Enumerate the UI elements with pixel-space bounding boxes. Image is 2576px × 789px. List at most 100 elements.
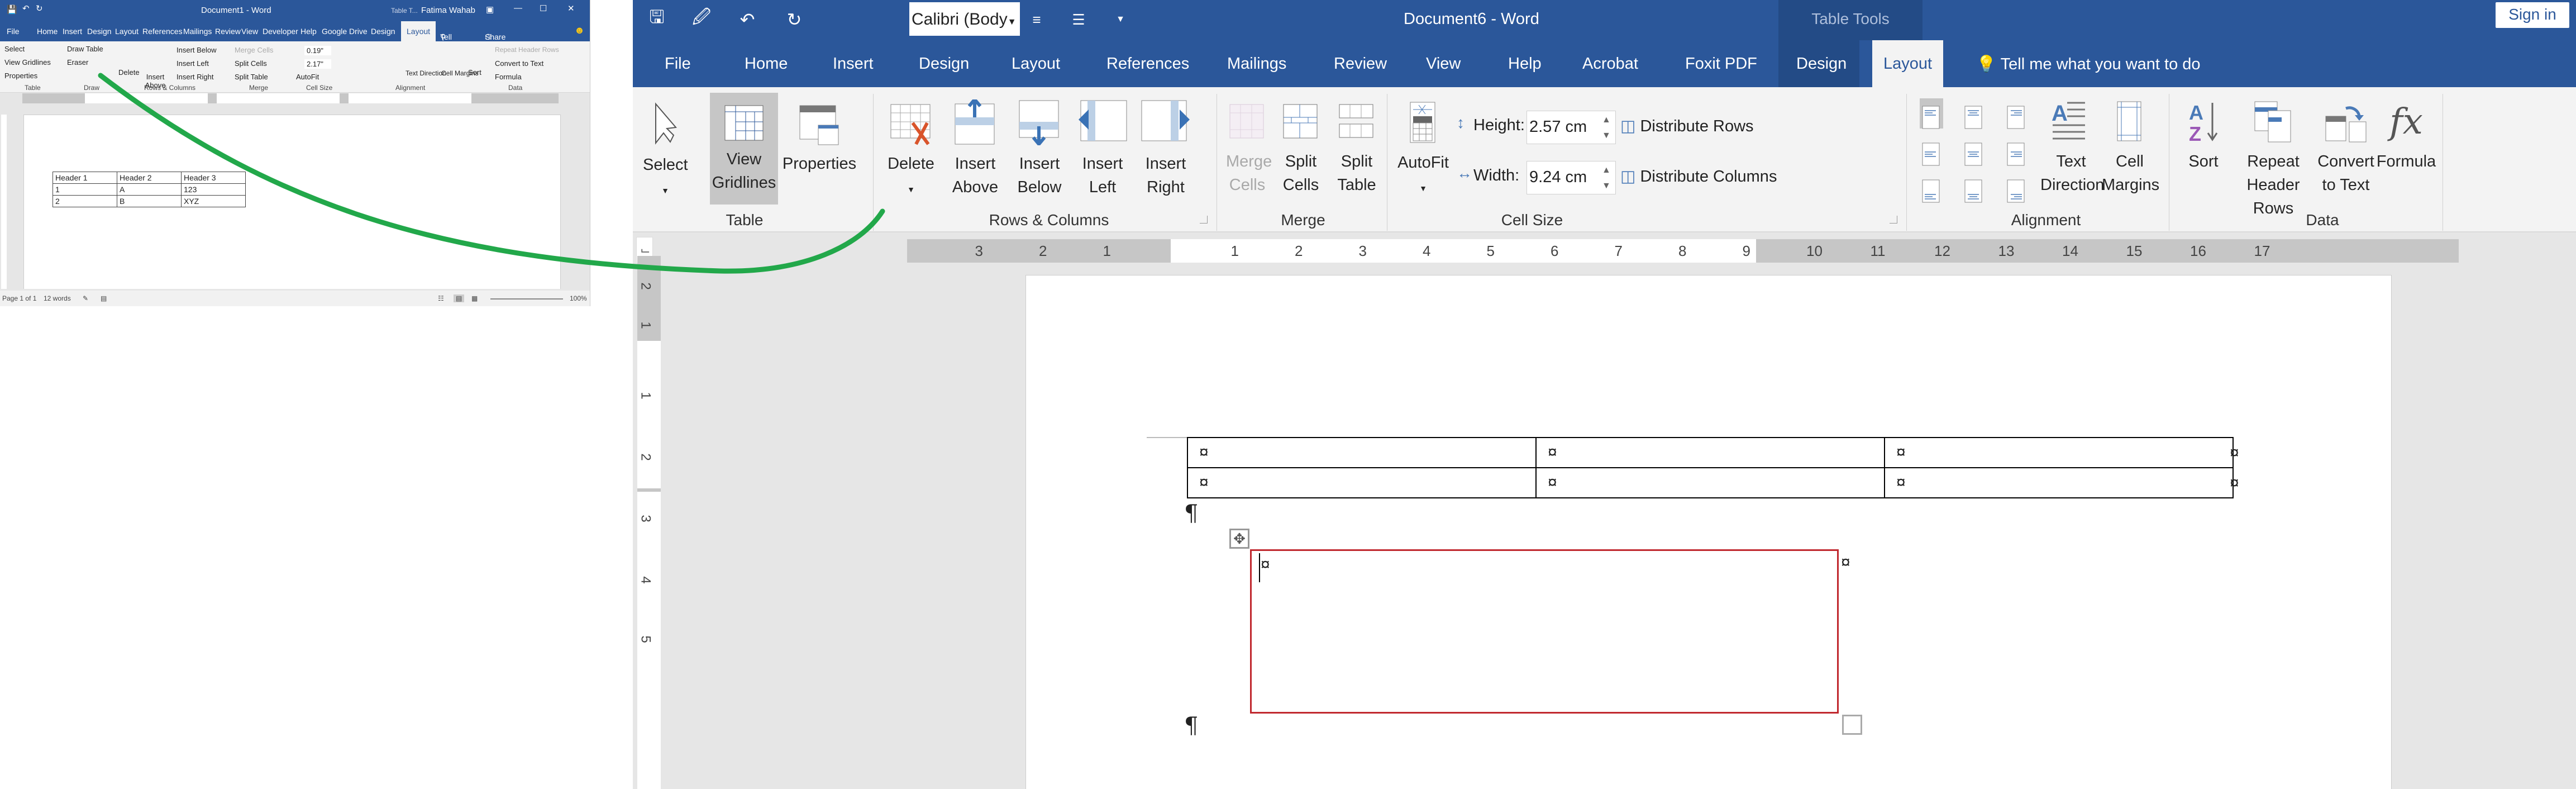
- table-cell[interactable]: ¤: [1884, 467, 2234, 498]
- table-cell[interactable]: ¤: [1187, 467, 1537, 498]
- cell-margins-button[interactable]: Cell Margins: [2102, 101, 2159, 197]
- table-cell[interactable]: Header 2: [117, 172, 182, 184]
- table-cell[interactable]: 1: [53, 183, 117, 196]
- redo-icon[interactable]: ↻: [781, 7, 807, 32]
- insert-below-button[interactable]: Insert Below: [1013, 99, 1066, 199]
- table-cell[interactable]: Header 3: [181, 172, 246, 184]
- tab-home[interactable]: Home: [745, 55, 788, 73]
- word-count[interactable]: 12 words: [44, 294, 71, 302]
- font-name-dropdown[interactable]: Calibri (Body▼: [909, 2, 1020, 36]
- width-spin-up[interactable]: ▲: [1602, 165, 1611, 175]
- inset-insert-left[interactable]: Insert Left: [176, 59, 209, 68]
- split-cells-button[interactable]: Split Cells: [1280, 104, 1322, 197]
- inset-tab-google-drive[interactable]: Google Drive: [322, 27, 368, 36]
- inset-tab-file[interactable]: File: [7, 27, 20, 36]
- inset-split-table[interactable]: Split Table: [235, 73, 268, 81]
- inset-tab-mailings[interactable]: Mailings: [183, 27, 212, 36]
- maximize-icon[interactable]: ☐: [540, 3, 547, 13]
- zoom-slider[interactable]: [490, 298, 563, 300]
- inset-formula[interactable]: Formula: [495, 73, 522, 81]
- cell-size-dialog-launcher[interactable]: [1890, 216, 1897, 224]
- align-top-left-icon[interactable]: [1922, 106, 1940, 129]
- inset-autofit[interactable]: AutoFit: [296, 73, 319, 81]
- bullets-icon[interactable]: ≡: [1024, 7, 1050, 32]
- inset-tab-insert[interactable]: Insert: [63, 27, 82, 36]
- tab-acrobat[interactable]: Acrobat: [1582, 55, 1638, 73]
- align-top-right-icon[interactable]: [2007, 106, 2025, 129]
- merge-cells-button[interactable]: Merge Cells: [1226, 104, 1272, 197]
- horizontal-ruler[interactable]: 3 2 1 1 2 3 4 5 6 7 8 9 10 11 12 13 14 15 16 17: [907, 239, 2459, 263]
- inset-tab-view[interactable]: View: [241, 27, 258, 36]
- tab-view[interactable]: View: [1426, 55, 1461, 73]
- tab-layout[interactable]: Layout: [1012, 55, 1060, 73]
- align-center-right-icon[interactable]: [2007, 142, 2025, 166]
- inset-insert-below[interactable]: Insert Below: [176, 46, 217, 54]
- inset-draw-table[interactable]: Draw Table: [67, 45, 103, 53]
- inset-merge-cells[interactable]: Merge Cells: [235, 46, 273, 54]
- inset-tab-table-design[interactable]: Design: [371, 27, 395, 36]
- table-cell[interactable]: ¤: [1535, 437, 1885, 468]
- width-spin-down[interactable]: ▼: [1602, 181, 1611, 191]
- read-mode-icon[interactable]: ☷: [438, 294, 444, 302]
- vertical-ruler[interactable]: 2 1 1 2 3 4 5: [637, 256, 661, 789]
- insert-left-button[interactable]: Insert Left: [1076, 99, 1129, 199]
- table-cell[interactable]: ¤: [1535, 467, 1885, 498]
- ribbon-display-icon[interactable]: ▣: [486, 4, 494, 15]
- inset-select[interactable]: Select: [4, 45, 25, 53]
- smiley-icon[interactable]: ☻: [574, 25, 585, 36]
- split-table-button[interactable]: Split Table: [1335, 104, 1378, 197]
- align-bottom-left-icon[interactable]: [1922, 179, 1940, 203]
- tab-design[interactable]: Design: [919, 55, 969, 73]
- tab-foxit-pdf[interactable]: Foxit PDF: [1685, 55, 1757, 73]
- height-spin-down[interactable]: ▼: [1602, 131, 1611, 141]
- table-cell[interactable]: ¤: [1884, 437, 2234, 468]
- inset-tab-design[interactable]: Design: [87, 27, 112, 36]
- inset-repeat-header-rows[interactable]: Repeat Header Rows: [495, 46, 559, 54]
- inset-view-gridlines[interactable]: View Gridlines: [4, 58, 51, 66]
- save-icon[interactable]: 💾: [7, 4, 17, 15]
- tab-help[interactable]: Help: [1508, 55, 1542, 73]
- formula-button[interactable]: fx Formula: [2375, 101, 2437, 173]
- document-table-2-selected[interactable]: ¤: [1250, 549, 1839, 714]
- macro-icon[interactable]: ▤: [101, 294, 107, 302]
- inset-properties[interactable]: Properties: [4, 72, 37, 80]
- align-top-center-icon[interactable]: [1964, 106, 1982, 129]
- ruler-cell-marker[interactable]: [637, 488, 661, 492]
- inset-convert-to-text[interactable]: Convert to Text: [495, 59, 543, 68]
- inset-delete[interactable]: Delete: [118, 68, 140, 77]
- table-move-handle[interactable]: ✥: [1229, 529, 1249, 549]
- table-resize-handle[interactable]: [1842, 715, 1862, 735]
- insert-above-button[interactable]: Insert Above: [948, 99, 1002, 199]
- height-spin-up[interactable]: ▲: [1602, 115, 1611, 125]
- inset-width-input[interactable]: 2.17": [304, 59, 331, 69]
- table-cell[interactable]: 2: [53, 195, 117, 207]
- inset-split-cells[interactable]: Split Cells: [235, 59, 267, 68]
- autofit-button[interactable]: AutoFit ▼: [1395, 102, 1451, 200]
- customize-qat-icon[interactable]: ▼: [1108, 7, 1133, 32]
- undo-icon[interactable]: ↶: [734, 7, 760, 32]
- repeat-header-rows-button[interactable]: Repeat Header Rows: [2231, 101, 2315, 220]
- table-cell[interactable]: Header 1: [53, 172, 117, 184]
- rows-columns-dialog-launcher[interactable]: [1200, 216, 1208, 224]
- table-cell[interactable]: B: [117, 195, 182, 207]
- inset-tab-review[interactable]: Review: [215, 27, 241, 36]
- inset-tab-table-layout[interactable]: Layout: [401, 21, 436, 41]
- tab-references[interactable]: References: [1106, 55, 1189, 73]
- inset-insert-right[interactable]: Insert Right: [176, 73, 213, 81]
- inset-tab-developer[interactable]: Developer: [263, 27, 298, 36]
- properties-button[interactable]: Properties: [781, 105, 857, 175]
- tab-table-layout[interactable]: Layout: [1872, 40, 1944, 87]
- page-count[interactable]: Page 1 of 1: [2, 294, 36, 302]
- inset-height-input[interactable]: 0.19": [304, 46, 331, 55]
- redo-icon[interactable]: ↻: [36, 3, 43, 13]
- numbering-icon[interactable]: ☰: [1066, 7, 1091, 32]
- table-cell[interactable]: ¤: [1187, 437, 1537, 468]
- inset-sort[interactable]: Sort: [468, 68, 481, 77]
- sort-button[interactable]: AZ Sort: [2181, 101, 2226, 173]
- sign-in-button[interactable]: Sign in: [2496, 2, 2569, 28]
- tab-file[interactable]: File: [665, 55, 691, 73]
- zoom-level[interactable]: 100%: [570, 294, 587, 302]
- close-icon[interactable]: ✕: [567, 3, 575, 13]
- undo-icon[interactable]: ↶: [22, 3, 30, 13]
- distribute-rows-button[interactable]: ◫ Distribute Rows: [1620, 116, 1754, 136]
